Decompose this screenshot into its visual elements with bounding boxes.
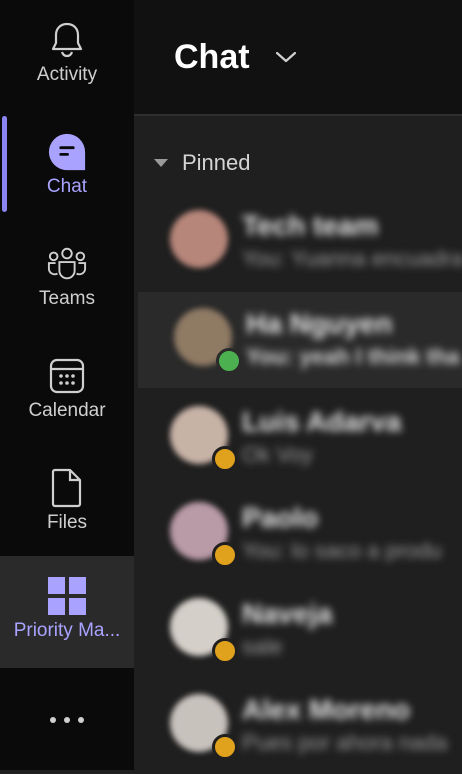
rail-item-teams[interactable]: Teams [0, 224, 134, 336]
rail-item-label: Teams [39, 288, 95, 309]
caret-down-icon [154, 159, 168, 167]
more-icon[interactable] [0, 690, 134, 750]
chat-name: Alex Moreno [242, 694, 411, 725]
chat-name: Ha Nguyen [246, 308, 393, 339]
rail-item-label: Chat [46, 176, 88, 197]
rail-item-label: Calendar [28, 400, 106, 421]
chat-list-item[interactable]: Tech team You: Yuanna encuadra [134, 194, 462, 290]
chat-icon [47, 132, 87, 172]
chat-list-item[interactable]: Naveja sale [134, 582, 462, 678]
chat-preview: Ok Voy [242, 442, 313, 467]
chat-list-pane: Chat Pinned Tech team You: Yuanna encuad… [134, 0, 462, 770]
chat-name: Naveja [242, 598, 333, 629]
page-title: Chat [174, 38, 250, 76]
chat-list-item[interactable]: Luis Adarva Ok Voy [134, 390, 462, 486]
app-rail: Activity Chat Teams Calendar Files Prior… [0, 0, 134, 770]
chat-preview: sale [242, 634, 283, 659]
status-badge [212, 638, 238, 664]
status-badge [212, 446, 238, 472]
chat-preview: You: lo saco a produ [242, 538, 442, 563]
teams-icon [47, 244, 87, 284]
chat-name: Luis Adarva [242, 406, 402, 437]
pinned-section-header[interactable]: Pinned [154, 150, 251, 176]
rail-item-label: Files [46, 512, 88, 533]
rail-item-activity[interactable]: Activity [0, 0, 134, 112]
section-label: Pinned [182, 150, 251, 175]
rail-item-files[interactable]: Files [0, 448, 134, 560]
rail-item-chat[interactable]: Chat [0, 112, 134, 224]
app-grid-icon [47, 576, 87, 616]
chat-name: Tech team [242, 210, 379, 241]
rail-item-priority-matrix[interactable]: Priority Ma... [0, 556, 134, 668]
chat-list-item[interactable]: Alex Moreno Pues por ahora nada [134, 678, 462, 774]
chat-list-item[interactable]: Ha Nguyen You: yeah I think tha [138, 292, 462, 388]
status-badge [216, 348, 242, 374]
rail-item-label: Priority Ma... [13, 620, 121, 641]
chevron-down-icon[interactable] [274, 47, 298, 67]
chat-list-item[interactable]: Paolo You: lo saco a produ [134, 486, 462, 582]
chat-preview: You: Yuanna encuadra [242, 246, 462, 271]
chat-name: Paolo [242, 502, 319, 533]
chat-preview: Pues por ahora nada [242, 730, 448, 755]
rail-item-calendar[interactable]: Calendar [0, 336, 134, 448]
chat-header: Chat [134, 0, 462, 116]
avatar [170, 210, 228, 268]
chat-preview: You: yeah I think tha [246, 344, 460, 369]
calendar-icon [47, 356, 87, 396]
file-icon [47, 468, 87, 508]
status-badge [212, 734, 238, 760]
rail-item-label: Activity [36, 64, 98, 85]
status-badge [212, 542, 238, 568]
bell-icon [47, 20, 87, 60]
